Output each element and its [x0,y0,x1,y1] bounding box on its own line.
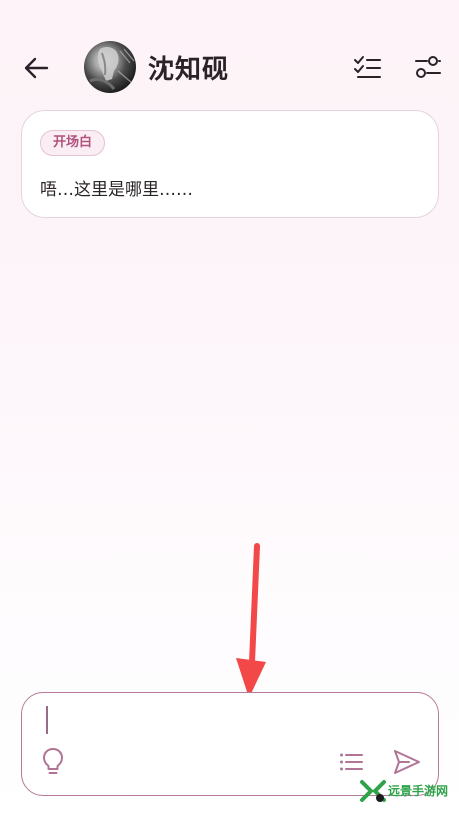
opening-tag: 开场白 [40,130,106,156]
opening-message-card: 开场白 唔…这里是哪里…… [21,110,439,218]
sliders-icon [415,56,441,78]
send-button[interactable] [390,745,424,779]
watermark-text: 远景手游网 [388,784,449,798]
arrow-left-icon [24,57,49,79]
list-button[interactable] [336,747,366,777]
send-icon [394,750,420,774]
watermark: 远景手游网 [356,776,459,806]
annotation-arrow [236,543,266,698]
watermark-logo-icon [360,780,386,802]
character-name: 沈知砚 [148,55,230,85]
checklist-icon [354,56,381,78]
opening-text: 唔…这里是哪里…… [40,180,193,200]
chat-header: 沈知砚 [0,36,459,100]
hint-button[interactable] [38,745,68,779]
avatar[interactable] [84,41,136,93]
text-cursor [46,706,48,734]
status-bar [0,0,459,28]
message-input[interactable] [52,703,412,737]
character-avatar-image [89,47,135,90]
settings-button[interactable] [410,50,446,84]
checklist-button[interactable] [350,50,384,84]
list-icon [340,753,363,771]
lightbulb-icon [43,748,63,774]
back-button[interactable] [18,50,54,86]
